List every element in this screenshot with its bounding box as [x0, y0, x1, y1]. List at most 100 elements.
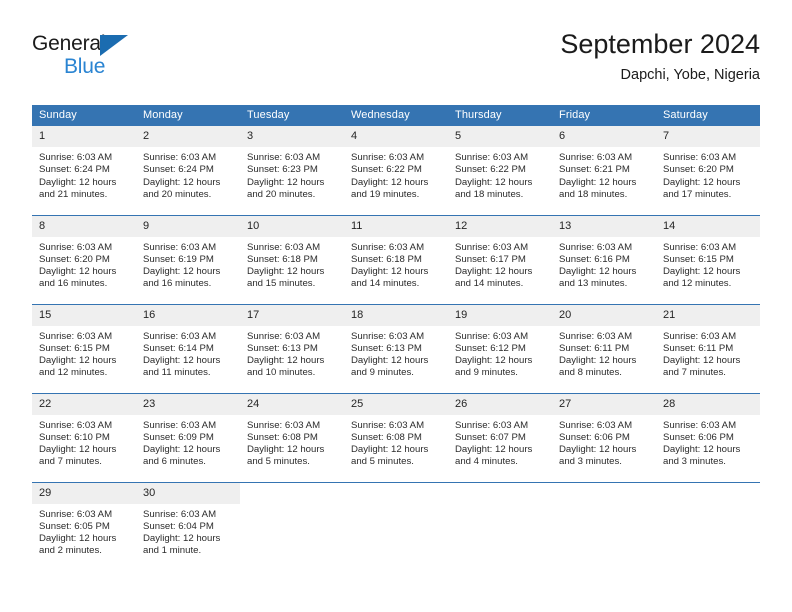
day-number: 2 — [136, 126, 240, 147]
sunrise-time: Sunrise: 6:03 AM — [559, 330, 633, 342]
daylight-duration-line1: Daylight: 12 hours — [39, 533, 117, 545]
daylight-duration-line1: Daylight: 12 hours — [143, 266, 221, 278]
daylight-duration-line2: and 2 minutes. — [39, 545, 102, 557]
brand-name-secondary: Blue — [64, 55, 106, 78]
sunrise-time: Sunrise: 6:03 AM — [39, 152, 113, 163]
calendar-day-cell[interactable]: 30 Sunrise: 6:03 AM Sunset: 6:04 PM Dayligh… — [136, 481, 240, 571]
brand-logo[interactable]: General Blue — [32, 32, 162, 86]
calendar-day-cell[interactable]: 18 Sunrise: 6:03 AM Sunset: 6:13 PM Dayligh… — [344, 303, 448, 393]
calendar-week-row: 15 Sunrise: 6:03 AM Sunset: 6:15 PM Dayligh… — [32, 303, 760, 393]
calendar-day-cell[interactable]: 2 Sunrise: 6:03 AM Sunset: 6:24 PM Daylight… — [136, 126, 240, 215]
daylight-duration-line1: Daylight: 12 hours — [39, 444, 117, 456]
calendar-day-cell[interactable]: 17 Sunrise: 6:03 AM Sunset: 6:13 PM Dayligh… — [240, 303, 344, 393]
day-details: Sunrise: 6:03 AM Sunset: 6:11 PM Daylight:… — [552, 326, 656, 380]
calendar-day-cell[interactable]: 23 Sunrise: 6:03 AM Sunset: 6:09 PM Dayligh… — [136, 392, 240, 482]
sunrise-time: Sunrise: 6:03 AM — [39, 419, 113, 431]
daylight-duration-line2: and 12 minutes. — [663, 278, 732, 290]
day-details: Sunrise: 6:03 AM Sunset: 6:20 PM Daylight:… — [656, 147, 760, 201]
calendar-day-cell[interactable]: 10 Sunrise: 6:03 AM Sunset: 6:18 PM Dayligh… — [240, 214, 344, 304]
day-details: Sunrise: 6:03 AM Sunset: 6:13 PM Daylight:… — [344, 326, 448, 380]
sunrise-time: Sunrise: 6:03 AM — [143, 241, 217, 253]
sunset-time: Sunset: 6:18 PM — [247, 253, 318, 265]
sunrise-time: Sunrise: 6:03 AM — [663, 330, 737, 342]
daylight-duration-line1: Daylight: 12 hours — [143, 444, 221, 456]
calendar-day-cell[interactable]: 1 Sunrise: 6:03 AM Sunset: 6:24 PM Daylight… — [32, 126, 136, 215]
daylight-duration-line2: and 21 minutes. — [39, 188, 108, 200]
day-details: Sunrise: 6:03 AM Sunset: 6:23 PM Daylight:… — [240, 147, 344, 201]
calendar-day-cell[interactable]: 26 Sunrise: 6:03 AM Sunset: 6:07 PM Dayligh… — [448, 392, 552, 482]
daylight-duration-line1: Daylight: 12 hours — [351, 266, 429, 278]
calendar-day-cell[interactable]: 29 Sunrise: 6:03 AM Sunset: 6:05 PM Dayligh… — [32, 481, 136, 571]
calendar-table: Sunday Monday Tuesday Wednesday Thursday… — [32, 105, 760, 571]
calendar-day-cell[interactable]: 27 Sunrise: 6:03 AM Sunset: 6:06 PM Dayligh… — [552, 392, 656, 482]
sunset-time: Sunset: 6:05 PM — [39, 520, 110, 532]
day-details: Sunrise: 6:03 AM Sunset: 6:24 PM Daylight:… — [32, 147, 136, 201]
sunrise-time: Sunrise: 6:03 AM — [663, 419, 737, 431]
day-details: Sunrise: 6:03 AM Sunset: 6:05 PM Daylight:… — [32, 504, 136, 558]
day-number: 19 — [448, 304, 552, 326]
sunrise-time: Sunrise: 6:03 AM — [559, 152, 633, 163]
sunset-time: Sunset: 6:06 PM — [559, 431, 630, 443]
day-number: 16 — [136, 304, 240, 326]
sunset-time: Sunset: 6:11 PM — [559, 342, 630, 354]
sunrise-time: Sunrise: 6:03 AM — [247, 152, 321, 163]
calendar-day-cell[interactable]: 4 Sunrise: 6:03 AM Sunset: 6:22 PM Daylight… — [344, 126, 448, 215]
calendar-day-cell[interactable]: 16 Sunrise: 6:03 AM Sunset: 6:14 PM Dayligh… — [136, 303, 240, 393]
daylight-duration-line1: Daylight: 12 hours — [143, 176, 221, 188]
calendar-day-cell[interactable]: 24 Sunrise: 6:03 AM Sunset: 6:08 PM Dayligh… — [240, 392, 344, 482]
daylight-duration-line2: and 20 minutes. — [143, 188, 212, 200]
calendar-day-cell[interactable]: 3 Sunrise: 6:03 AM Sunset: 6:23 PM Daylight… — [240, 126, 344, 215]
sunset-time: Sunset: 6:15 PM — [39, 342, 110, 354]
weekday-header-row: Sunday Monday Tuesday Wednesday Thursday… — [32, 105, 760, 126]
calendar-day-cell[interactable]: 6 Sunrise: 6:03 AM Sunset: 6:21 PM Daylight… — [552, 126, 656, 215]
daylight-duration-line1: Daylight: 12 hours — [663, 176, 741, 188]
page-title: September 2024 — [560, 29, 760, 59]
calendar-day-cell[interactable]: 13 Sunrise: 6:03 AM Sunset: 6:16 PM Dayligh… — [552, 214, 656, 304]
calendar-body: 1 Sunrise: 6:03 AM Sunset: 6:24 PM Daylight… — [32, 126, 760, 571]
day-number: 1 — [32, 126, 136, 147]
daylight-duration-line1: Daylight: 12 hours — [559, 444, 637, 456]
day-details: Sunrise: 6:03 AM Sunset: 6:11 PM Daylight:… — [656, 326, 760, 380]
daylight-duration-line2: and 7 minutes. — [39, 456, 102, 468]
calendar-day-cell[interactable]: 20 Sunrise: 6:03 AM Sunset: 6:11 PM Dayligh… — [552, 303, 656, 393]
calendar-day-cell[interactable]: 5 Sunrise: 6:03 AM Sunset: 6:22 PM Daylight… — [448, 126, 552, 215]
daylight-duration-line2: and 14 minutes. — [351, 278, 420, 290]
page-header: General Blue September 2024 Dapchi, Yobe… — [32, 26, 760, 96]
daylight-duration-line1: Daylight: 12 hours — [455, 355, 533, 367]
sunrise-time: Sunrise: 6:03 AM — [559, 241, 633, 253]
triangle-icon — [100, 35, 128, 56]
calendar-day-cell[interactable]: 21 Sunrise: 6:03 AM Sunset: 6:11 PM Dayligh… — [656, 303, 760, 393]
daylight-duration-line2: and 6 minutes. — [143, 456, 206, 468]
calendar-day-cell[interactable]: 22 Sunrise: 6:03 AM Sunset: 6:10 PM Dayligh… — [32, 392, 136, 482]
calendar-day-cell[interactable]: 7 Sunrise: 6:03 AM Sunset: 6:20 PM Daylight… — [656, 126, 760, 215]
sunrise-time: Sunrise: 6:03 AM — [143, 152, 217, 163]
calendar-day-cell[interactable]: 11 Sunrise: 6:03 AM Sunset: 6:18 PM Dayligh… — [344, 214, 448, 304]
day-details: Sunrise: 6:03 AM Sunset: 6:08 PM Daylight:… — [240, 415, 344, 469]
sunset-time: Sunset: 6:24 PM — [143, 164, 214, 176]
sunset-time: Sunset: 6:12 PM — [455, 342, 526, 354]
calendar-day-cell[interactable]: 15 Sunrise: 6:03 AM Sunset: 6:15 PM Dayligh… — [32, 303, 136, 393]
calendar-page: General Blue September 2024 Dapchi, Yobe… — [0, 0, 792, 612]
calendar-day-cell[interactable]: 25 Sunrise: 6:03 AM Sunset: 6:08 PM Dayligh… — [344, 392, 448, 482]
calendar-day-cell-empty — [448, 481, 552, 571]
day-details: Sunrise: 6:03 AM Sunset: 6:22 PM Daylight:… — [448, 147, 552, 201]
sunset-time: Sunset: 6:22 PM — [351, 164, 422, 176]
daylight-duration-line1: Daylight: 12 hours — [351, 355, 429, 367]
calendar-day-cell-empty — [240, 481, 344, 571]
sunrise-time: Sunrise: 6:03 AM — [39, 241, 113, 253]
day-number: 21 — [656, 304, 760, 326]
daylight-duration-line1: Daylight: 12 hours — [351, 176, 429, 188]
day-details: Sunrise: 6:03 AM Sunset: 6:24 PM Daylight:… — [136, 147, 240, 201]
day-number: 7 — [656, 126, 760, 147]
calendar-day-cell[interactable]: 8 Sunrise: 6:03 AM Sunset: 6:20 PM Daylight… — [32, 214, 136, 304]
calendar-day-cell[interactable]: 9 Sunrise: 6:03 AM Sunset: 6:19 PM Daylight… — [136, 214, 240, 304]
sunset-time: Sunset: 6:22 PM — [455, 164, 526, 176]
day-details: Sunrise: 6:03 AM Sunset: 6:09 PM Daylight:… — [136, 415, 240, 469]
calendar-day-cell[interactable]: 28 Sunrise: 6:03 AM Sunset: 6:06 PM Dayligh… — [656, 392, 760, 482]
sunrise-time: Sunrise: 6:03 AM — [455, 419, 529, 431]
daylight-duration-line1: Daylight: 12 hours — [247, 176, 325, 188]
sunrise-time: Sunrise: 6:03 AM — [39, 330, 113, 342]
calendar-day-cell[interactable]: 19 Sunrise: 6:03 AM Sunset: 6:12 PM Dayligh… — [448, 303, 552, 393]
calendar-day-cell[interactable]: 12 Sunrise: 6:03 AM Sunset: 6:17 PM Dayligh… — [448, 214, 552, 304]
calendar-day-cell[interactable]: 14 Sunrise: 6:03 AM Sunset: 6:15 PM Dayligh… — [656, 214, 760, 304]
